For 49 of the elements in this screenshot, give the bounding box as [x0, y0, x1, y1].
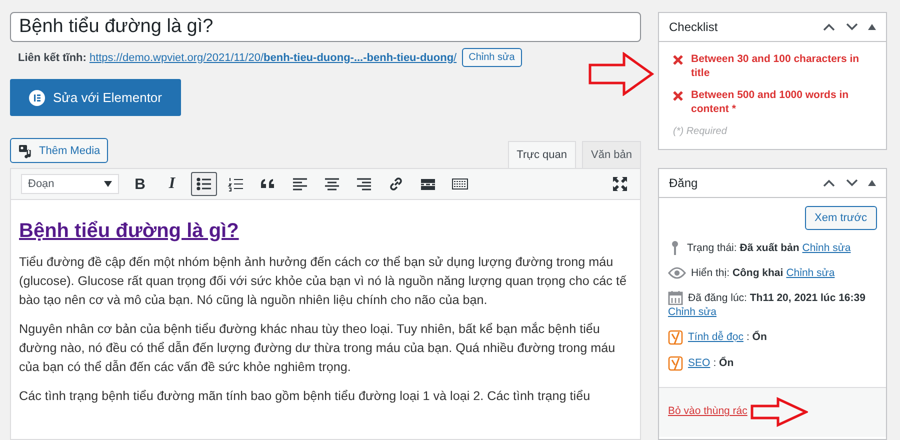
edit-with-elementor-button[interactable]: Sửa với Elementor	[10, 79, 181, 116]
score-value: : Ổn	[746, 330, 767, 344]
publish-setting-text: Đã đăng lúc: Th11 20, 2021 lúc 16:39	[688, 290, 866, 304]
bullet-list-icon[interactable]	[191, 172, 217, 196]
publish-setting-text: Hiển thị: Công khai	[691, 266, 784, 280]
editor-tab[interactable]: Văn bản	[582, 141, 641, 168]
permalink-label: Liên kết tĩnh:	[18, 52, 86, 64]
yoast-icon	[668, 355, 683, 371]
collapse-icon[interactable]	[868, 24, 876, 30]
elementor-icon	[29, 90, 45, 106]
publish-title: Đăng	[669, 176, 698, 190]
content-paragraph: Tiểu đường đề cập đến một nhóm bệnh ảnh hưởng đến cách cơ thể bạn sử dụng lượng đường trong máu (glucose). Glucose rất quan trọng đối với sức khỏe của bạn vì nó là nguồn năng lượng quan trọng cho các tế bào tạo nên cơ và mô của bạn. Nó cũng là nguồn nhiên liệu chính cho não của bạn.	[19, 254, 628, 309]
content-heading[interactable]: Bệnh tiểu đường là gì?	[19, 220, 239, 243]
score-value: : Ổn	[713, 356, 734, 370]
move-down-icon[interactable]	[845, 22, 859, 32]
score-link[interactable]: SEO	[688, 356, 710, 370]
edit-link[interactable]: Chỉnh sửa	[802, 241, 851, 255]
edit-permalink-button[interactable]: Chỉnh sửa	[462, 48, 522, 67]
bold-button[interactable]: B	[127, 172, 153, 196]
calendar-icon	[668, 290, 683, 305]
content-paragraph: Nguyên nhân cơ bản của bệnh tiểu đường khác nhau tùy theo loại. Tuy nhiên, bất kể bạn mắc bệnh tiểu đường nào, nó đều có thể dẫn đến lượng đường dư thừa trong máu của bạn. Quá nhiều đường trong máu của bạn có thể dẫn đến các vấn đề sức khỏe nghiêm trọng.	[19, 321, 616, 376]
trash-link[interactable]: Bỏ vào thùng rác	[668, 405, 748, 417]
edit-link[interactable]: Chỉnh sửa	[786, 266, 835, 280]
caret-icon	[104, 181, 112, 187]
add-media-button[interactable]: Thêm Media	[10, 138, 108, 163]
title-field[interactable]: Bệnh tiểu đường là gì?	[10, 12, 641, 42]
eye-icon	[668, 267, 686, 279]
move-up-icon[interactable]	[822, 22, 836, 32]
move-up-icon[interactable]	[822, 178, 836, 188]
checklist-item: Between 30 and 100 characters in title	[691, 52, 860, 80]
publish-setting-text: Trạng thái: Đã xuất bản	[687, 241, 800, 255]
permalink-link[interactable]: https://demo.wpviet.org/2021/11/20/benh-tieu-duong-...-benh-tieu-duong/	[89, 52, 457, 64]
collapse-icon[interactable]	[868, 180, 876, 186]
italic-button[interactable]: I	[159, 172, 185, 196]
checklist-item: Between 500 and 1000 words in content *	[691, 88, 850, 116]
content-paragraph: Các tình trạng bệnh tiểu đường mãn tính bao gồm bệnh tiểu đường loại 1 và loại 2. Các tình trạng tiểu	[19, 388, 592, 405]
editor-tab[interactable]: Trực quan	[508, 141, 576, 168]
fullscreen-icon[interactable]	[612, 176, 628, 192]
yoast-icon	[668, 329, 683, 345]
media-icon	[18, 142, 34, 158]
preview-button[interactable]: Xem trước	[804, 206, 877, 230]
score-link[interactable]: Tính dễ đọc	[688, 330, 744, 344]
format-dropdown[interactable]: Đoạn	[21, 174, 119, 194]
required-note: (*) Required	[673, 126, 728, 137]
arrow-drawing	[750, 397, 808, 427]
arrow-drawing	[588, 52, 654, 96]
edit-link[interactable]: Chỉnh sửa	[668, 305, 716, 319]
move-down-icon[interactable]	[845, 178, 859, 188]
checklist-title: Checklist	[669, 20, 718, 34]
